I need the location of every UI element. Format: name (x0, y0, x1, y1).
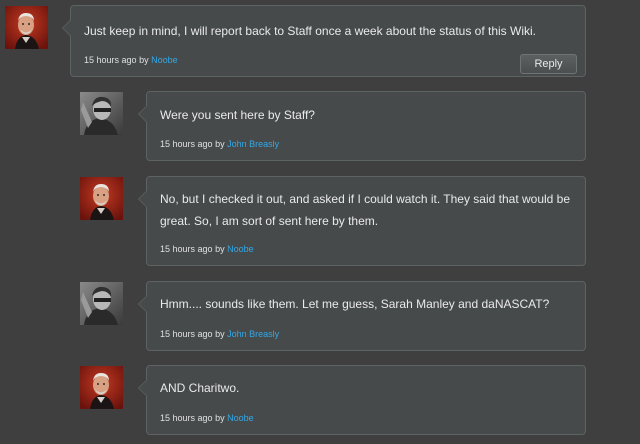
bubble-pointer (138, 379, 147, 397)
comment-bubble: AND Charitwo. 15 hours ago by Noobe (138, 365, 586, 435)
comment-bubble: Hmm.... sounds like them. Let me guess, … (138, 281, 586, 351)
comment-time: 15 hours ago (160, 413, 213, 423)
comment-text: Were you sent here by Staff? (160, 108, 315, 122)
comment-author-link[interactable]: Noobe (227, 244, 254, 254)
comment-by: by (215, 139, 225, 149)
comment-by: by (215, 244, 225, 254)
comment-bubble: Were you sent here by Staff? 15 hours ag… (138, 91, 586, 161)
comment-time: 15 hours ago (160, 139, 213, 149)
comment-meta: 15 hours ago by Noobe (160, 244, 254, 254)
comment-by: by (215, 413, 225, 423)
comment-author-link[interactable]: Noobe (151, 55, 178, 65)
gray-portrait-avatar[interactable] (80, 92, 123, 135)
gray-portrait-avatar[interactable] (80, 282, 123, 325)
bubble-pointer (138, 105, 147, 123)
comment-meta: 15 hours ago by Noobe (84, 55, 178, 65)
comment-meta: 15 hours ago by Noobe (160, 413, 254, 423)
comment-time: 15 hours ago (84, 55, 137, 65)
comment-meta: 15 hours ago by John Breasly (160, 329, 279, 339)
comment-by: by (139, 55, 149, 65)
comment-author-link[interactable]: Noobe (227, 413, 254, 423)
comment-by: by (215, 329, 225, 339)
red-portrait-avatar[interactable] (5, 6, 48, 49)
comment-author-link[interactable]: John Breasly (227, 139, 279, 149)
comment-time: 15 hours ago (160, 244, 213, 254)
bubble-pointer (62, 19, 71, 37)
red-portrait-avatar[interactable] (80, 366, 123, 409)
comment-time: 15 hours ago (160, 329, 213, 339)
comment-bubble: No, but I checked it out, and asked if I… (138, 176, 586, 266)
comment-text: AND Charitwo. (160, 381, 240, 395)
comment-meta: 15 hours ago by John Breasly (160, 139, 279, 149)
comment-text: Hmm.... sounds like them. Let me guess, … (160, 297, 550, 311)
comment-text: No, but I checked it out, and asked if I… (160, 192, 571, 228)
reply-button[interactable]: Reply (520, 54, 577, 74)
comment-author-link[interactable]: John Breasly (227, 329, 279, 339)
comment-bubble: Just keep in mind, I will report back to… (62, 5, 586, 77)
bubble-pointer (138, 295, 147, 313)
bubble-pointer (138, 190, 147, 208)
comment-text: Just keep in mind, I will report back to… (84, 24, 536, 38)
red-portrait-avatar[interactable] (80, 177, 123, 220)
